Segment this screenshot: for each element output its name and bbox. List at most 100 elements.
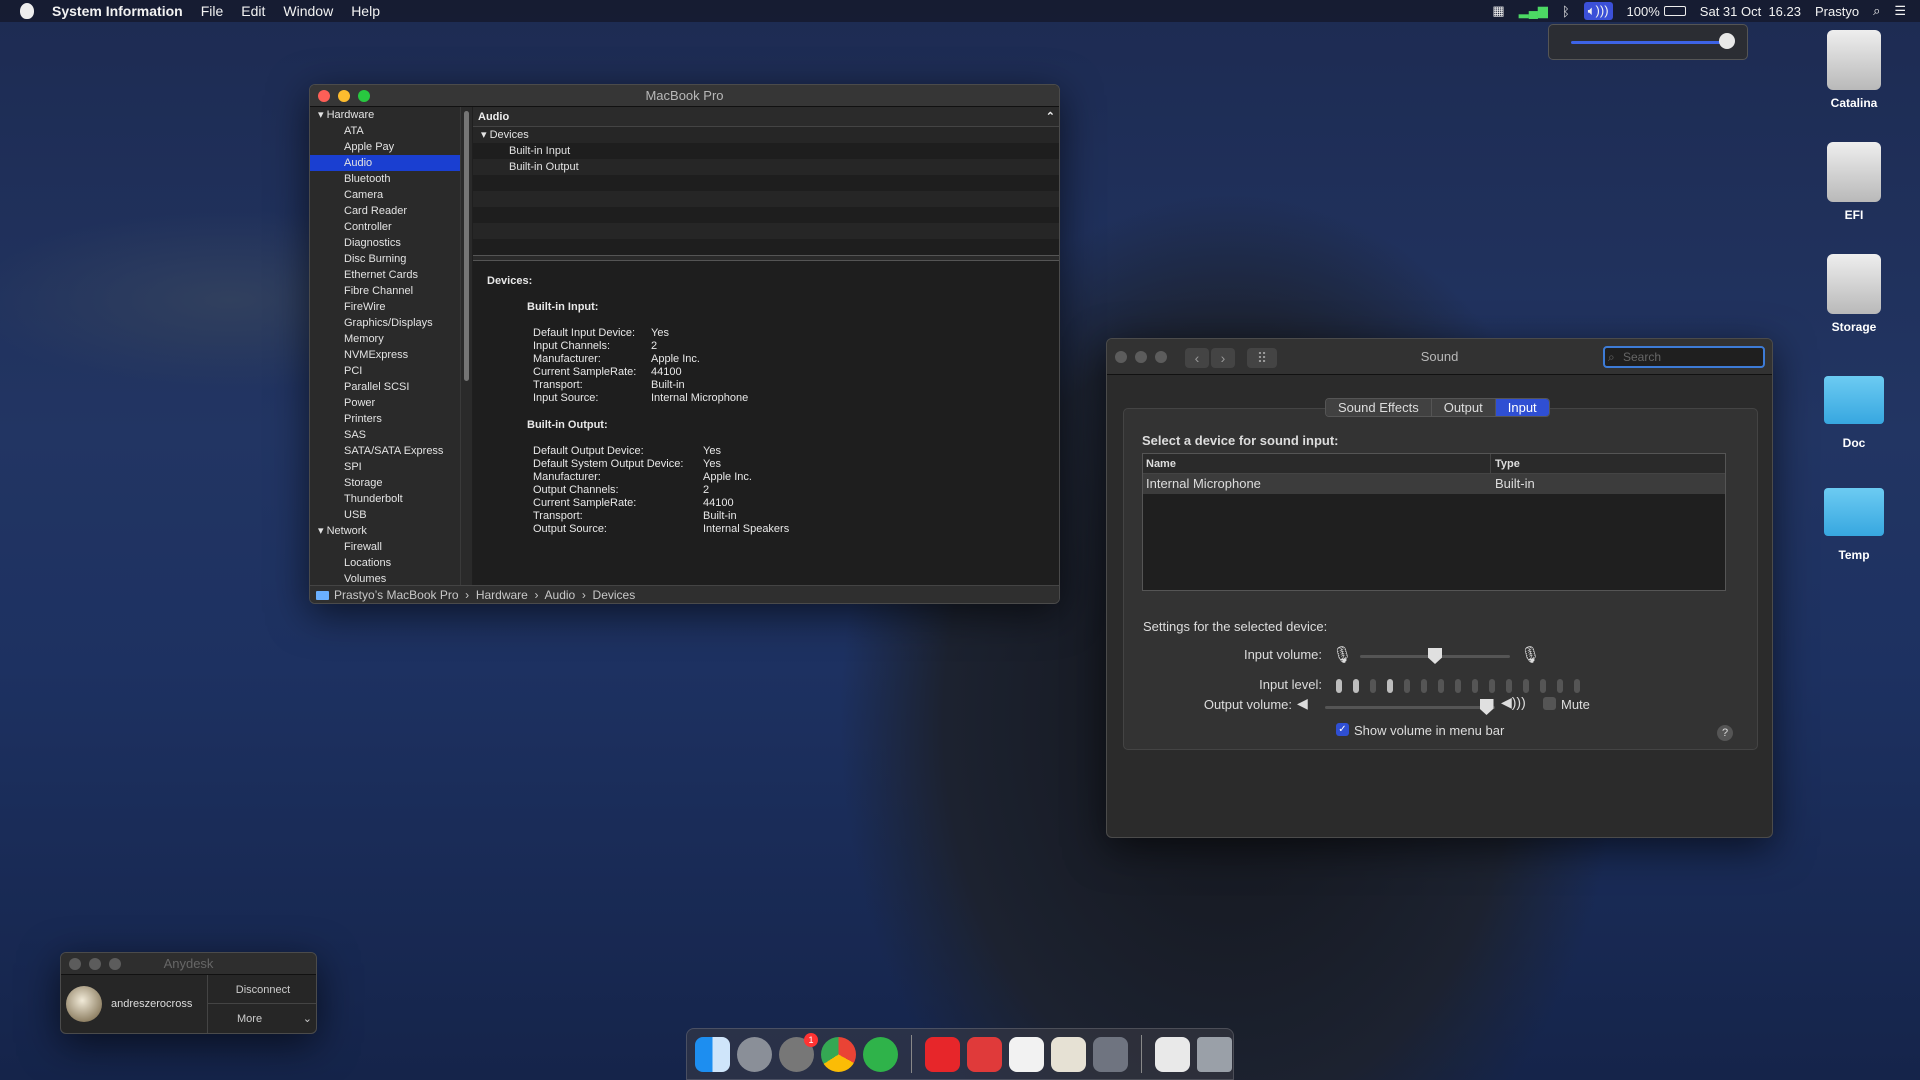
tree-group-devices[interactable]: ▾ Devices — [473, 127, 1059, 143]
minimize-button[interactable] — [338, 90, 350, 102]
window-titlebar[interactable]: ‹ › ⠿ Sound ⌕ Search — [1107, 339, 1772, 375]
sidebar-group-network[interactable]: ▾ Network — [310, 523, 460, 539]
show-volume-checkbox[interactable]: ✓ — [1336, 723, 1349, 736]
spotlight-icon[interactable]: ⌕ — [1873, 3, 1880, 19]
tree-item[interactable]: Built-in Output — [473, 159, 1059, 175]
sidebar-item-graphics-displays[interactable]: Graphics/Displays — [310, 315, 460, 331]
sidebar-item-usb[interactable]: USB — [310, 507, 460, 523]
menu-window[interactable]: Window — [283, 3, 333, 19]
sidebar-scrollbar[interactable] — [460, 107, 472, 585]
tab-input[interactable]: Input — [1495, 399, 1549, 416]
window-titlebar[interactable]: MacBook Pro — [310, 85, 1059, 107]
scrollbar-thumb[interactable] — [464, 111, 469, 381]
sidebar-item-thunderbolt[interactable]: Thunderbolt — [310, 491, 460, 507]
menu-file[interactable]: File — [201, 3, 224, 19]
volume-slider-track[interactable] — [1571, 41, 1721, 44]
desktop-item-efi[interactable]: EFI — [1804, 142, 1904, 222]
more-button[interactable]: More ⌄ — [208, 1005, 316, 1033]
sidebar-item-fibre-channel[interactable]: Fibre Channel — [310, 283, 460, 299]
battery-icon[interactable] — [1663, 6, 1686, 16]
menu-edit[interactable]: Edit — [241, 3, 265, 19]
volume-icon[interactable]: 🔈︎))) — [1583, 2, 1613, 20]
output-volume-slider[interactable] — [1325, 699, 1495, 715]
clock[interactable]: Sat 31 Oct 16.23 — [1700, 4, 1801, 19]
volume-slider-knob[interactable] — [1719, 33, 1735, 49]
sidebar-item-nvmexpress[interactable]: NVMExpress — [310, 347, 460, 363]
sidebar-item-apple-pay[interactable]: Apple Pay — [310, 139, 460, 155]
mute-checkbox[interactable] — [1543, 697, 1556, 710]
minimize-button[interactable] — [89, 958, 101, 970]
zoom-button[interactable] — [358, 90, 370, 102]
sidebar-item-volumes[interactable]: Volumes — [310, 571, 460, 585]
textedit-icon[interactable] — [1009, 1036, 1044, 1072]
sidebar-item-disc-burning[interactable]: Disc Burning — [310, 251, 460, 267]
desktop-item-temp[interactable]: Temp — [1804, 482, 1904, 562]
sidebar-item-card-reader[interactable]: Card Reader — [310, 203, 460, 219]
tab-output[interactable]: Output — [1431, 399, 1496, 416]
back-button[interactable]: ‹ — [1185, 348, 1209, 368]
sidebar-item-sas[interactable]: SAS — [310, 427, 460, 443]
column-name[interactable]: Name — [1143, 454, 1491, 473]
window-titlebar[interactable]: Anydesk — [61, 953, 316, 975]
sidebar-item-memory[interactable]: Memory — [310, 331, 460, 347]
sidebar-item-parallel-scsi[interactable]: Parallel SCSI — [310, 379, 460, 395]
sidebar-item-controller[interactable]: Controller — [310, 219, 460, 235]
tree-item[interactable]: Built-in Input — [473, 143, 1059, 159]
menu-help[interactable]: Help — [351, 3, 380, 19]
documents-icon[interactable] — [1155, 1036, 1190, 1072]
apple-menu-icon[interactable] — [20, 3, 34, 19]
bluetooth-icon[interactable]: ᛒ — [1562, 4, 1570, 19]
input-volume-knob[interactable] — [1428, 648, 1442, 664]
disconnect-button[interactable]: Disconnect — [208, 976, 316, 1004]
desktop-item-storage[interactable]: Storage — [1804, 254, 1904, 334]
path-text[interactable]: Prastyo’s MacBook Pro › Hardware › Audio… — [334, 588, 635, 602]
chrome-icon[interactable] — [821, 1036, 856, 1072]
sidebar-item-diagnostics[interactable]: Diagnostics — [310, 235, 460, 251]
trash-icon[interactable] — [1197, 1036, 1232, 1072]
activity-icon[interactable]: ▦ — [1492, 3, 1504, 19]
sidebar-item-power[interactable]: Power — [310, 395, 460, 411]
list-header[interactable]: Audio ⌃ — [473, 107, 1059, 127]
forward-button[interactable]: › — [1211, 348, 1235, 368]
sidebar-item-firewall[interactable]: Firewall — [310, 539, 460, 555]
search-field[interactable]: ⌕ Search — [1603, 346, 1765, 368]
sidebar-item-firewire[interactable]: FireWire — [310, 299, 460, 315]
launchpad-icon[interactable] — [737, 1036, 772, 1072]
sidebar-item-storage[interactable]: Storage — [310, 475, 460, 491]
close-button[interactable] — [69, 958, 81, 970]
sidebar-item-pci[interactable]: PCI — [310, 363, 460, 379]
zoom-button[interactable] — [1155, 351, 1167, 363]
sidebar-item-camera[interactable]: Camera — [310, 187, 460, 203]
column-type[interactable]: Type — [1491, 454, 1520, 473]
sidebar-item-audio[interactable]: Audio — [310, 155, 460, 171]
sidebar-group-hardware[interactable]: ▾ Hardware — [310, 107, 460, 123]
sidebar-item-spi[interactable]: SPI — [310, 459, 460, 475]
user-menu[interactable]: Prastyo — [1815, 4, 1859, 19]
app-menu[interactable]: System Information — [52, 3, 183, 19]
sidebar-item-ethernet-cards[interactable]: Ethernet Cards — [310, 267, 460, 283]
sidebar-item-locations[interactable]: Locations — [310, 555, 460, 571]
control-center-icon[interactable]: ☰ — [1894, 3, 1906, 19]
sidebar-item-ata[interactable]: ATA — [310, 123, 460, 139]
hackintool-icon[interactable] — [1093, 1036, 1128, 1072]
minimize-button[interactable] — [1135, 351, 1147, 363]
close-button[interactable] — [1115, 351, 1127, 363]
clover-icon[interactable] — [863, 1036, 898, 1072]
tab-sound-effects[interactable]: Sound Effects — [1326, 399, 1432, 416]
sidebar-item-printers[interactable]: Printers — [310, 411, 460, 427]
desktop-item-catalina[interactable]: Catalina — [1804, 30, 1904, 110]
anydesk-icon[interactable] — [925, 1036, 960, 1072]
input-volume-slider[interactable] — [1360, 648, 1510, 664]
table-row[interactable]: Internal Microphone Built-in — [1143, 474, 1725, 494]
close-button[interactable] — [318, 90, 330, 102]
desktop-item-doc[interactable]: Doc — [1804, 370, 1904, 450]
wifi-signal-icon[interactable]: ▂▄▆ — [1519, 3, 1548, 19]
show-all-button[interactable]: ⠿ — [1247, 348, 1277, 368]
zoom-button[interactable] — [109, 958, 121, 970]
help-button[interactable]: ? — [1717, 725, 1733, 741]
preview-icon[interactable] — [1051, 1036, 1086, 1072]
sidebar-item-bluetooth[interactable]: Bluetooth — [310, 171, 460, 187]
sidebar-item-sata-sata-express[interactable]: SATA/SATA Express — [310, 443, 460, 459]
finder-icon[interactable] — [695, 1036, 730, 1072]
anydesk-alt-icon[interactable] — [967, 1036, 1002, 1072]
